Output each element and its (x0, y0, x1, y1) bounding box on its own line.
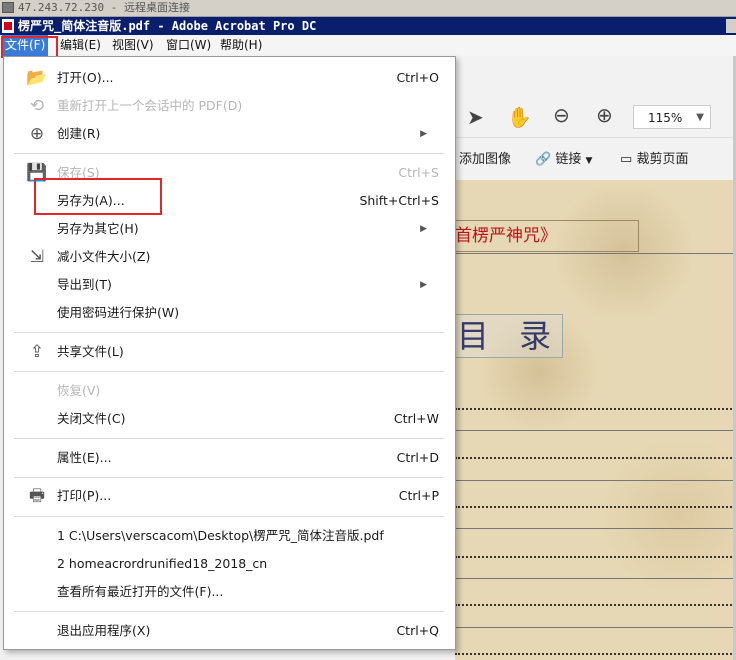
menu-save: 💾 保存(S) Ctrl+S (26, 163, 439, 183)
chevron-down-icon: ▼ (696, 112, 704, 123)
app-title-bar: 楞严咒_简体注音版.pdf - Adobe Acrobat Pro DC (0, 17, 736, 35)
menu-protect[interactable]: 使用密码进行保护(W) (4, 300, 455, 326)
menu-save-as-other[interactable]: 另存为其它(H) ▶ (4, 216, 455, 242)
menu-help[interactable]: 帮助(H) (217, 35, 265, 56)
menu-recent-file-2[interactable]: 2 homeacrordrunified18_2018_cn (4, 551, 455, 577)
hand-tool-icon[interactable]: ✋ (507, 105, 532, 129)
menu-recent-file-1[interactable]: 1 C:\Users\verscacom\Desktop\楞严咒_简体注音版.p… (4, 523, 455, 549)
window-title: 楞严咒_简体注音版.pdf - Adobe Acrobat Pro DC (18, 19, 317, 33)
document-heading: 目 录 (455, 314, 563, 358)
menu-separator (14, 371, 444, 372)
menu-print[interactable]: 🖶 打印(P)... Ctrl+P (4, 483, 455, 509)
menu-view-all-recent[interactable]: 查看所有最近打开的文件(F)... (4, 579, 455, 605)
menu-reopen-session: ⟲ 重新打开上一个会话中的 PDF(D) (4, 93, 455, 119)
link-label: 链接 (555, 152, 582, 167)
add-image-button[interactable]: 添加图像 (459, 148, 511, 167)
pdf-app-icon (2, 19, 14, 33)
doc-rule (455, 253, 736, 254)
doc-rule (455, 430, 736, 431)
toc-dotted-line (455, 408, 736, 410)
doc-rule (455, 528, 736, 529)
crop-icon: ▭ (620, 152, 633, 167)
folder-open-icon: 📂 (26, 68, 48, 88)
menubar: 文件(F) 编辑(E) 视图(V) 窗口(W) 帮助(H) (0, 35, 736, 57)
toc-dotted-line (455, 653, 736, 655)
menu-open[interactable]: 📂 打开(O)... Ctrl+O (4, 65, 455, 91)
menu-window[interactable]: 窗口(W) (163, 35, 214, 56)
toc-dotted-line (455, 556, 736, 558)
toolbar-area: ➤ ✋ ⊖ ⊕ 115% ▼ 添加图像 🔗 链接 ▼ ▭ 裁剪页面 (455, 56, 736, 181)
zoom-level-select[interactable]: 115% ▼ (633, 105, 711, 129)
printer-icon: 🖶 (28, 486, 46, 506)
save-icon: 💾 (26, 163, 48, 183)
menu-save-as[interactable]: 另存为(A)... Shift+Ctrl+S (4, 188, 455, 214)
file-menu-dropdown: 📂 打开(O)... Ctrl+O ⟲ 重新打开上一个会话中的 PDF(D) ⊕… (3, 56, 456, 650)
menu-edit[interactable]: 编辑(E) (57, 35, 104, 56)
doc-rule (455, 480, 736, 481)
submenu-arrow-icon: ▶ (420, 129, 427, 139)
menu-reduce-size[interactable]: ⇲ 减小文件大小(Z) (4, 244, 455, 270)
remote-desktop-title: 47.243.72.230 - 远程桌面连接 (18, 1, 190, 14)
doc-rule (455, 578, 736, 579)
menu-share[interactable]: ⇪ 共享文件(L) (4, 339, 455, 365)
menu-create[interactable]: ⊕ 创建(R) ▶ (4, 121, 455, 147)
compress-icon: ⇲ (29, 247, 45, 267)
menu-file[interactable]: 文件(F) (2, 35, 49, 56)
zoom-in-icon[interactable]: ⊕ (596, 103, 613, 127)
link-button[interactable]: 🔗 链接 ▼ (535, 148, 592, 167)
menu-separator (14, 477, 444, 478)
toc-dotted-line (455, 604, 736, 606)
menu-export[interactable]: 导出到(T) ▶ (4, 272, 455, 298)
zoom-level-value: 115% (648, 111, 683, 125)
chevron-down-icon: ▼ (585, 156, 593, 166)
menu-view[interactable]: 视图(V) (109, 35, 157, 56)
menu-separator (14, 438, 444, 439)
document-view[interactable]: 顶首楞严神咒》 目 录 (435, 180, 736, 660)
doc-rule (455, 627, 736, 628)
create-pdf-icon: ⊕ (29, 124, 45, 144)
document-title-fragment: 顶首楞严神咒》 (435, 220, 639, 252)
menu-revert: 恢复(V) (57, 383, 101, 398)
crop-page-button[interactable]: ▭ 裁剪页面 (620, 148, 688, 167)
zoom-out-icon[interactable]: ⊖ (553, 103, 570, 127)
crop-label: 裁剪页面 (636, 152, 689, 167)
menu-exit[interactable]: 退出应用程序(X) Ctrl+Q (4, 618, 455, 644)
menu-separator (14, 516, 444, 517)
menu-separator (14, 332, 444, 333)
submenu-arrow-icon: ▶ (420, 280, 427, 290)
remote-desktop-icon (2, 2, 14, 13)
window-controls[interactable] (726, 19, 736, 33)
submenu-arrow-icon: ▶ (420, 224, 427, 234)
menu-close-file[interactable]: 关闭文件(C) Ctrl+W (4, 406, 455, 432)
reopen-icon: ⟲ (29, 96, 45, 116)
remote-desktop-bar: 47.243.72.230 - 远程桌面连接 (0, 0, 736, 17)
select-arrow-icon[interactable]: ➤ (467, 105, 484, 129)
menu-separator (14, 611, 444, 612)
share-icon: ⇪ (29, 342, 45, 362)
link-icon: 🔗 (535, 152, 552, 167)
toc-dotted-line (455, 457, 736, 459)
menu-properties[interactable]: 属性(E)... Ctrl+D (4, 445, 455, 471)
toc-dotted-line (455, 506, 736, 508)
menu-separator (14, 153, 444, 154)
